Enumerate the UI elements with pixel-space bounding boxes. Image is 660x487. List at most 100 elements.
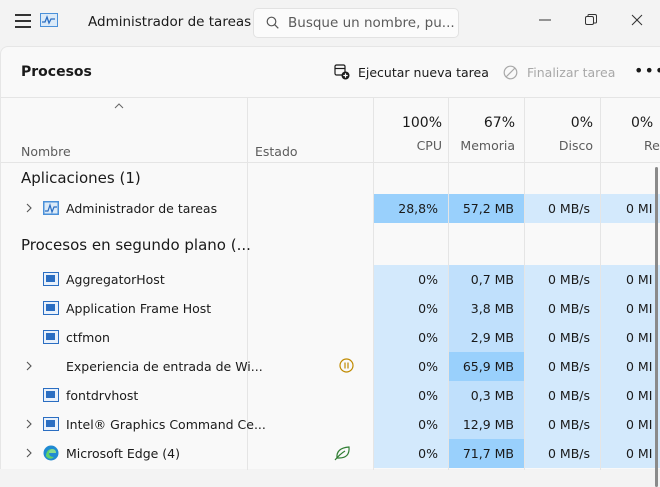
run-new-task-button[interactable]: Ejecutar nueva tarea xyxy=(334,61,489,83)
column-cpu-percent[interactable]: 100% xyxy=(375,115,442,131)
edge-icon xyxy=(43,445,59,461)
group-title: Procesos en segundo plano (... xyxy=(21,236,251,254)
window-icon xyxy=(43,272,59,286)
chevron-right-icon[interactable] xyxy=(25,203,33,213)
process-name: Experiencia de entrada de Wi... xyxy=(66,359,263,374)
column-disk[interactable]: Disco xyxy=(525,138,593,153)
chevron-right-icon[interactable] xyxy=(25,361,33,371)
memory-cell: 3,8 MB xyxy=(449,294,524,323)
search-input[interactable]: Busque un nombre, pu... xyxy=(288,15,456,31)
disk-cell: 0 MB/s xyxy=(525,410,600,439)
network-cell: 0 MI xyxy=(601,410,660,439)
column-disk-percent[interactable]: 0% xyxy=(525,115,593,131)
memory-cell: 0,3 MB xyxy=(449,381,524,410)
process-row[interactable]: AggregatorHost 0% 0,7 MB 0 MB/s 0 MI xyxy=(1,265,660,294)
process-name: Application Frame Host xyxy=(66,301,212,316)
pause-icon xyxy=(339,358,354,373)
minimize-icon xyxy=(539,19,551,21)
cpu-cell: 0% xyxy=(374,294,448,323)
cpu-cell: 0% xyxy=(374,265,448,294)
memory-cell: 65,9 MB xyxy=(449,352,524,381)
process-name: Intel® Graphics Command Ce... xyxy=(66,417,266,432)
group-title: Aplicaciones (1) xyxy=(21,169,141,187)
network-cell: 0 MI xyxy=(601,194,660,223)
process-row[interactable]: Intel® Graphics Command Ce... 0% 12,9 MB 0 … xyxy=(1,410,660,439)
column-name[interactable]: Nombre xyxy=(21,144,71,159)
minimize-button[interactable] xyxy=(522,0,568,42)
process-row[interactable]: Administrador de tareas 28,8% 57,2 MB 0 MB/… xyxy=(1,194,660,223)
search-box[interactable]: Busque un nombre, pu... xyxy=(253,8,459,38)
cpu-cell: 0% xyxy=(374,381,448,410)
vertical-scrollbar[interactable] xyxy=(655,167,658,487)
process-row[interactable]: fontdrvhost 0% 0,3 MB 0 MB/s 0 MI xyxy=(1,381,660,410)
end-task-button[interactable]: Finalizar tarea xyxy=(503,61,615,83)
search-icon xyxy=(266,16,279,29)
sort-up-icon[interactable] xyxy=(114,103,124,109)
column-header: Nombre Estado 100% CPU 67% Memoria 0% Di… xyxy=(1,97,660,163)
command-bar: Procesos Ejecutar nueva tarea Finalizar … xyxy=(1,47,660,98)
column-memory[interactable]: Memoria xyxy=(449,138,515,153)
network-cell: 0 MI xyxy=(601,439,660,468)
end-task-label: Finalizar tarea xyxy=(527,64,616,80)
cpu-cell: 0% xyxy=(374,410,448,439)
chevron-right-icon[interactable] xyxy=(25,448,33,458)
cpu-cell: 28,8% xyxy=(374,194,448,223)
disk-cell: 0 MB/s xyxy=(525,439,600,468)
process-name: ctfmon xyxy=(66,330,110,345)
network-cell: 0 MI xyxy=(601,381,660,410)
page-title: Procesos xyxy=(21,64,92,80)
window-icon xyxy=(43,330,59,344)
disk-cell: 0 MB/s xyxy=(525,265,600,294)
group-header-apps: Aplicaciones (1) xyxy=(1,163,660,194)
window-icon xyxy=(43,417,59,431)
maximize-button[interactable] xyxy=(568,0,614,42)
chevron-right-icon[interactable] xyxy=(25,419,33,429)
process-row[interactable]: Microsoft Edge (4) 0% 71,7 MB 0 MB/s 0 MI xyxy=(1,439,660,468)
column-cpu[interactable]: CPU xyxy=(375,138,442,153)
more-options-button[interactable]: ••• xyxy=(634,61,660,80)
memory-cell: 12,9 MB xyxy=(449,410,524,439)
column-status[interactable]: Estado xyxy=(255,144,298,159)
cpu-cell: 0% xyxy=(374,323,448,352)
disk-cell: 0 MB/s xyxy=(525,294,600,323)
network-cell: 0 MI xyxy=(601,265,660,294)
memory-cell: 71,7 MB xyxy=(449,439,524,468)
window-icon xyxy=(43,388,59,402)
network-cell: 0 MI xyxy=(601,294,660,323)
column-memory-percent[interactable]: 67% xyxy=(449,115,515,131)
task-manager-app-icon xyxy=(40,13,58,27)
process-row[interactable]: Application Frame Host 0% 3,8 MB 0 MB/s 0 MI xyxy=(1,294,660,323)
group-header-background: Procesos en segundo plano (... xyxy=(1,223,660,265)
task-manager-icon xyxy=(43,201,59,215)
disk-cell: 0 MB/s xyxy=(525,194,600,223)
run-new-task-label: Ejecutar nueva tarea xyxy=(358,64,489,80)
processes-panel: Procesos Ejecutar nueva tarea Finalizar … xyxy=(0,46,660,487)
process-name: fontdrvhost xyxy=(66,388,139,403)
disk-cell: 0 MB/s xyxy=(525,352,600,381)
window-icon xyxy=(43,301,59,315)
end-task-icon xyxy=(503,65,518,79)
column-network-percent[interactable]: 0% xyxy=(631,115,660,131)
disk-cell: 0 MB/s xyxy=(525,381,600,410)
process-row[interactable]: ctfmon 0% 2,9 MB 0 MB/s 0 MI xyxy=(1,323,660,352)
hamburger-menu-icon[interactable] xyxy=(15,14,31,28)
memory-cell: 0,7 MB xyxy=(449,265,524,294)
network-cell: 0 MI xyxy=(601,352,660,381)
restore-icon xyxy=(585,14,597,25)
process-row[interactable]: Experiencia de entrada de Wi... 0% 65,9 MB… xyxy=(1,352,660,381)
network-cell: 0 MI xyxy=(601,323,660,352)
process-name: Administrador de tareas xyxy=(66,201,218,216)
memory-cell: 57,2 MB xyxy=(449,194,524,223)
window-title: Administrador de tareas xyxy=(88,14,252,30)
close-button[interactable] xyxy=(614,0,660,42)
run-task-icon xyxy=(334,64,350,80)
title-bar: Administrador de tareas Busque un nombre… xyxy=(0,0,660,46)
memory-cell: 2,9 MB xyxy=(449,323,524,352)
close-icon xyxy=(631,14,643,26)
cpu-cell: 0% xyxy=(374,352,448,381)
process-name: AggregatorHost xyxy=(66,272,165,287)
cpu-cell: 0% xyxy=(374,439,448,468)
disk-cell: 0 MB/s xyxy=(525,323,600,352)
column-network[interactable]: Re xyxy=(644,138,660,153)
leaf-icon xyxy=(334,446,350,461)
